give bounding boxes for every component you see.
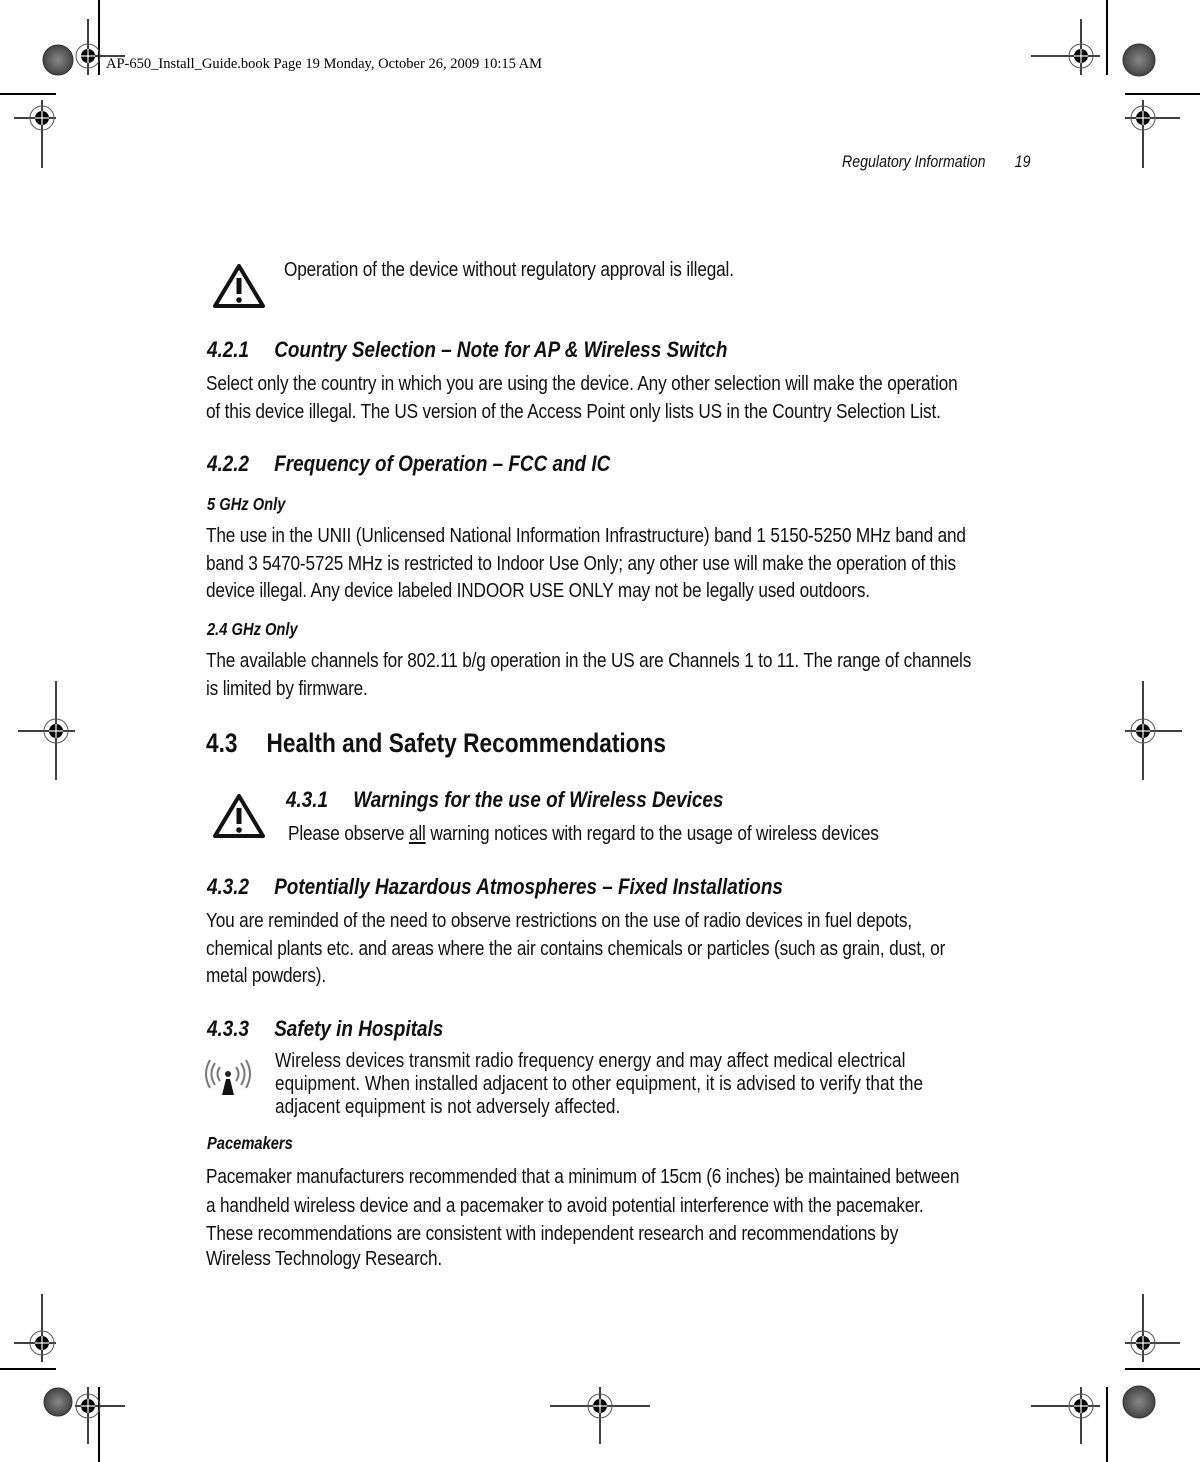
- running-head: Regulatory Information 19: [842, 153, 1031, 172]
- text-line: a handheld wireless device and a pacemak…: [206, 1194, 924, 1217]
- section-body-4-2-1: Select only the country in which you are…: [206, 370, 1101, 425]
- registration-target-icon: [75, 1387, 125, 1444]
- section-title: Frequency of Operation – FCC and IC: [274, 451, 611, 476]
- registration-target-icon: [18, 681, 75, 780]
- warning-triangle-icon: [213, 264, 265, 308]
- section-number: 4.3: [206, 728, 238, 758]
- text-line: You are reminded of the need to observe …: [206, 909, 912, 932]
- registration-target-icon: [1125, 1294, 1180, 1362]
- section-number: 4.3.2: [207, 874, 250, 899]
- text-line: These recommendations are consistent wit…: [206, 1222, 899, 1245]
- text-line: equipment. When installed adjacent to ot…: [275, 1072, 924, 1095]
- section-heading-4-3-1: 4.3.1 Warnings for the use of Wireless De…: [286, 787, 807, 813]
- section-number: 4.3.3: [207, 1016, 250, 1041]
- text-line: Wireless devices transmit radio frequenc…: [275, 1049, 906, 1072]
- registration-target-icon: [550, 1387, 650, 1444]
- subheading-2-4ghz: 2.4 GHz Only: [207, 619, 315, 640]
- warning-note: Operation of the device without regulato…: [284, 256, 820, 284]
- text-line: metal powders).: [206, 964, 326, 987]
- print-slug: AP-650_Install_Guide.book Page 19 Monday…: [106, 56, 543, 72]
- text-line: chemical plants etc. and areas where the…: [206, 936, 946, 960]
- text-line: Select only the country in which you are…: [206, 372, 958, 395]
- text-line: The use in the UNII (Unlicensed National…: [206, 524, 966, 547]
- subheading-text: 5 GHz Only: [207, 494, 286, 514]
- starburst-icon: [1122, 43, 1156, 77]
- subheading-pacemakers: Pacemakers: [207, 1133, 309, 1154]
- section-body-4-3-2: You are reminded of the need to observe …: [206, 907, 1086, 990]
- registration-target-icon: [14, 100, 56, 168]
- section-title: Health and Safety Recommendations: [266, 728, 667, 758]
- text-line: The available channels for 802.11 b/g op…: [206, 649, 972, 672]
- starburst-icon: [42, 44, 74, 76]
- text-line: band 3 5470-5725 MHz is restricted to In…: [206, 551, 956, 575]
- section-body-2-4ghz: The available channels for 802.11 b/g op…: [206, 647, 1117, 702]
- section-heading-4-2-1: 4.2.1 Country Selection – Note for AP & W…: [207, 337, 826, 363]
- radio-transmitter-icon: [205, 1059, 251, 1095]
- text-line: of this device illegal. The US version o…: [206, 399, 941, 423]
- registration-target-icon: [1031, 19, 1100, 75]
- subheading-text: Pacemakers: [207, 1133, 293, 1153]
- text-line: adjacent equipment is not adversely affe…: [275, 1095, 621, 1118]
- registration-target-icon: [14, 1294, 56, 1362]
- section-title: Warnings for the use of Wireless Devices: [353, 787, 724, 812]
- warning-note-text: Operation of the device without regulato…: [284, 258, 734, 281]
- subheading-text: 2.4 GHz Only: [207, 619, 298, 639]
- registration-target-icon: [1125, 100, 1180, 168]
- running-head-title: Regulatory Information: [842, 153, 986, 171]
- section-body-pacemakers: Pacemaker manufacturers recommended that…: [206, 1162, 1103, 1271]
- text-line: Wireless Technology Research.: [206, 1247, 443, 1270]
- underlined-emphasis: all: [408, 822, 426, 845]
- starburst-icon: [43, 1387, 73, 1417]
- hospital-note: Wireless devices transmit radio frequenc…: [275, 1049, 1046, 1118]
- warning-triangle-icon: [213, 794, 265, 838]
- section-body-4-3-1: Please observe all warning notices with …: [288, 820, 991, 848]
- section-number: 4.2.2: [207, 451, 250, 476]
- text-run: warning notices with regard to the usage…: [425, 822, 879, 845]
- section-heading-4-3-2: 4.3.2 Potentially Hazardous Atmospheres –…: [207, 874, 893, 900]
- text-line: device illegal. Any device labeled INDOO…: [206, 579, 870, 602]
- section-heading-4-2-2: 4.2.2 Frequency of Operation – FCC and IC: [207, 451, 687, 477]
- subheading-5ghz: 5 GHz Only: [207, 494, 300, 515]
- section-number: 4.3.1: [286, 787, 329, 812]
- section-heading-4-3: 4.3 Health and Safety Recommendations: [206, 728, 754, 759]
- section-number: 4.2.1: [207, 337, 250, 362]
- section-heading-4-3-3: 4.3.3 Safety in Hospitals: [207, 1016, 488, 1042]
- text-line: Pacemaker manufacturers recommended that…: [206, 1165, 960, 1188]
- registration-target-icon: [1125, 681, 1182, 780]
- registration-target-icon: [1031, 1387, 1100, 1444]
- section-body-5ghz: The use in the UNII (Unlicensed National…: [206, 522, 1111, 605]
- starburst-icon: [1122, 1385, 1156, 1419]
- section-title: Safety in Hospitals: [274, 1016, 444, 1041]
- text-run: Please observe: [288, 822, 409, 845]
- section-title: Potentially Hazardous Atmospheres – Fixe…: [274, 874, 783, 899]
- page-number: 19: [1014, 153, 1031, 171]
- section-title: Country Selection – Note for AP & Wirele…: [274, 337, 728, 362]
- text-line: is limited by firmware.: [206, 676, 368, 700]
